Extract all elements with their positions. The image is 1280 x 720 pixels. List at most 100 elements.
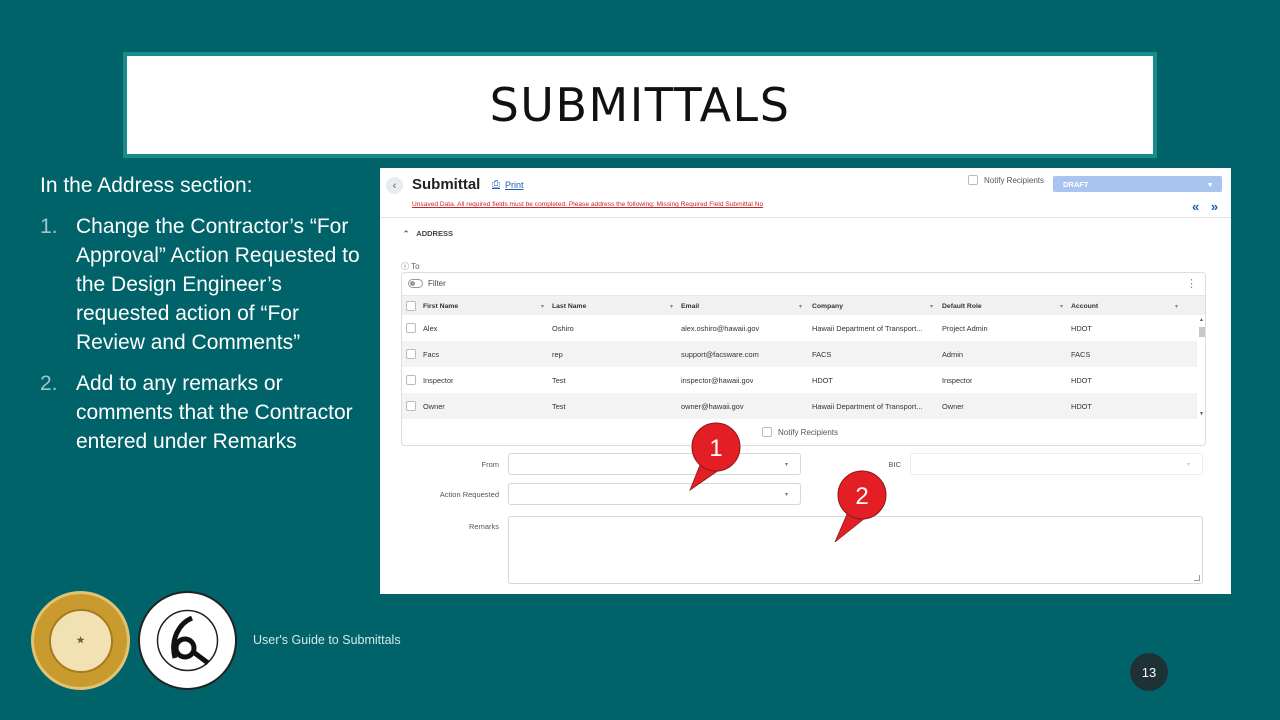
- page-number: 13: [1130, 653, 1168, 691]
- bic-label: BIC: [888, 460, 901, 469]
- to-label-text: To: [411, 262, 420, 271]
- column-header-label: Account: [1071, 302, 1099, 310]
- cell-first-name: Alex: [423, 323, 438, 333]
- column-header-label: First Name: [423, 302, 459, 310]
- notify-recipients-checkbox[interactable]: Notify Recipients: [968, 175, 1044, 185]
- chevron-down-icon: ▾: [1186, 462, 1190, 468]
- cell-first-name: Facs: [423, 349, 440, 359]
- column-header-label: Company: [812, 302, 843, 310]
- toggle-icon[interactable]: [408, 279, 423, 288]
- action-requested-label: Action Requested: [439, 490, 499, 499]
- table-row[interactable]: Owner Test owner@hawaii.gov Hawaii Depar…: [402, 393, 1197, 419]
- scrollbar-thumb[interactable]: [1199, 327, 1205, 337]
- filter-label: Filter: [428, 279, 446, 288]
- table-row[interactable]: Inspector Test inspector@hawaii.gov HDOT…: [402, 367, 1197, 393]
- more-options-icon[interactable]: ⋮: [1186, 277, 1197, 290]
- footer-text: User's Guide to Submittals: [253, 633, 401, 647]
- instruction-list: 1. Change the Contractor’s “For Approval…: [40, 212, 370, 456]
- chevron-down-icon: ▾: [540, 303, 544, 310]
- from-select[interactable]: ▾: [508, 453, 801, 475]
- cell-default-role: Inspector: [942, 375, 973, 385]
- cell-email: inspector@hawaii.gov: [681, 375, 754, 385]
- row-checkbox[interactable]: [406, 349, 416, 359]
- action-requested-select[interactable]: ▾: [508, 483, 801, 505]
- filter-toggle[interactable]: Filter: [408, 279, 446, 288]
- checkbox-icon[interactable]: [762, 427, 772, 437]
- column-header-label: Email: [681, 302, 700, 310]
- cell-company: FACS: [812, 349, 832, 359]
- table-row[interactable]: Alex Oshiro alex.oshiro@hawaii.gov Hawai…: [402, 315, 1197, 341]
- from-label: From: [481, 460, 500, 469]
- grid-scrollbar[interactable]: ▲ ▼: [1199, 315, 1205, 417]
- chevron-down-icon: ▾: [784, 462, 788, 468]
- status-select[interactable]: DRAFT ▾: [1053, 176, 1222, 192]
- to-label: ⓘ To: [401, 261, 420, 272]
- record-nav-arrows[interactable]: « »: [1192, 199, 1222, 214]
- bic-select[interactable]: ▾: [910, 453, 1203, 475]
- print-label: Print: [505, 179, 524, 190]
- checkbox-icon[interactable]: [968, 175, 978, 185]
- cell-last-name: Test: [552, 401, 566, 411]
- remarks-label: Remarks: [468, 522, 499, 531]
- scroll-down-icon[interactable]: ▼: [1199, 411, 1204, 417]
- cell-email: alex.oshiro@hawaii.gov: [681, 323, 760, 333]
- grid-header: First Name ▾ Last Name ▾ Email ▾ Company ▾ D…: [402, 295, 1205, 315]
- cell-default-role: Admin: [942, 349, 963, 359]
- row-checkbox[interactable]: [406, 401, 416, 411]
- column-header[interactable]: Company ▾: [812, 296, 939, 316]
- chevron-down-icon: ▾: [1208, 180, 1212, 189]
- table-row[interactable]: Facs rep support@facsware.com FACS Admin…: [402, 341, 1197, 367]
- chevron-down-icon: ▾: [669, 303, 673, 310]
- instruction-number: 1.: [40, 215, 58, 238]
- chevron-up-icon: ⌃: [403, 229, 410, 238]
- dot-emblem-icon: [156, 609, 219, 672]
- cell-company: Hawaii Department of Transport...: [812, 401, 923, 411]
- column-header[interactable]: Default Role ▾: [942, 296, 1069, 316]
- cell-last-name: rep: [552, 349, 563, 359]
- instruction-item: 1. Change the Contractor’s “For Approval…: [40, 212, 370, 357]
- remarks-textarea[interactable]: [508, 516, 1203, 584]
- cell-company: Hawaii Department of Transport...: [812, 323, 923, 333]
- slide-title: SUBMITTALS: [489, 78, 791, 132]
- column-header[interactable]: First Name ▾: [423, 296, 550, 316]
- column-header[interactable]: Account ▾: [1071, 296, 1184, 316]
- cell-last-name: Test: [552, 375, 566, 385]
- validation-warning[interactable]: Unsaved Data. All required fields must b…: [412, 201, 763, 208]
- notify-label: Notify Recipients: [984, 175, 1045, 185]
- chevron-down-icon: ▾: [1174, 303, 1178, 310]
- app-screenshot: ‹ Submittal ⎙ Print Unsaved Data. All re…: [380, 168, 1231, 594]
- cell-account: HDOT: [1071, 401, 1092, 411]
- chevron-down-icon: ▾: [784, 492, 788, 498]
- cell-first-name: Owner: [423, 401, 445, 411]
- back-button[interactable]: ‹: [386, 177, 403, 194]
- cell-email: owner@hawaii.gov: [681, 401, 744, 411]
- select-all-checkbox[interactable]: [406, 301, 416, 311]
- status-value: DRAFT: [1063, 180, 1089, 189]
- row-checkbox[interactable]: [406, 375, 416, 385]
- page-title: Submittal: [412, 176, 481, 193]
- cell-email: support@facsware.com: [681, 349, 759, 359]
- cell-account: HDOT: [1071, 323, 1092, 333]
- app-header: ‹ Submittal ⎙ Print Unsaved Data. All re…: [380, 168, 1231, 218]
- recipients-grid: Filter ⋮ First Name ▾ Last Name ▾ Email ▾ C…: [401, 272, 1206, 446]
- address-section-toggle[interactable]: ⌃ ADDRESS: [403, 229, 453, 238]
- cell-default-role: Owner: [942, 401, 964, 411]
- state-of-hawaii-seal-icon: ★: [31, 591, 130, 690]
- notify-label: Notify Recipients: [778, 427, 839, 437]
- cell-first-name: Inspector: [423, 375, 454, 385]
- grid-notify-recipients-checkbox[interactable]: Notify Recipients: [762, 427, 838, 437]
- printer-icon: ⎙: [492, 179, 500, 190]
- scroll-up-icon[interactable]: ▲: [1199, 317, 1204, 323]
- section-title: ADDRESS: [416, 229, 453, 238]
- column-header[interactable]: Email ▾: [681, 296, 808, 316]
- cell-account: FACS: [1071, 349, 1091, 359]
- chevron-left-icon: ‹: [392, 179, 397, 192]
- department-of-transportation-logo-icon: [138, 591, 237, 690]
- chevron-down-icon: ▾: [798, 303, 802, 310]
- chevron-down-icon: ▾: [929, 303, 933, 310]
- column-header[interactable]: Last Name ▾: [552, 296, 679, 316]
- print-link[interactable]: ⎙ Print: [492, 179, 524, 190]
- slide-title-box: SUBMITTALS: [123, 52, 1157, 158]
- cell-account: HDOT: [1071, 375, 1092, 385]
- row-checkbox[interactable]: [406, 323, 416, 333]
